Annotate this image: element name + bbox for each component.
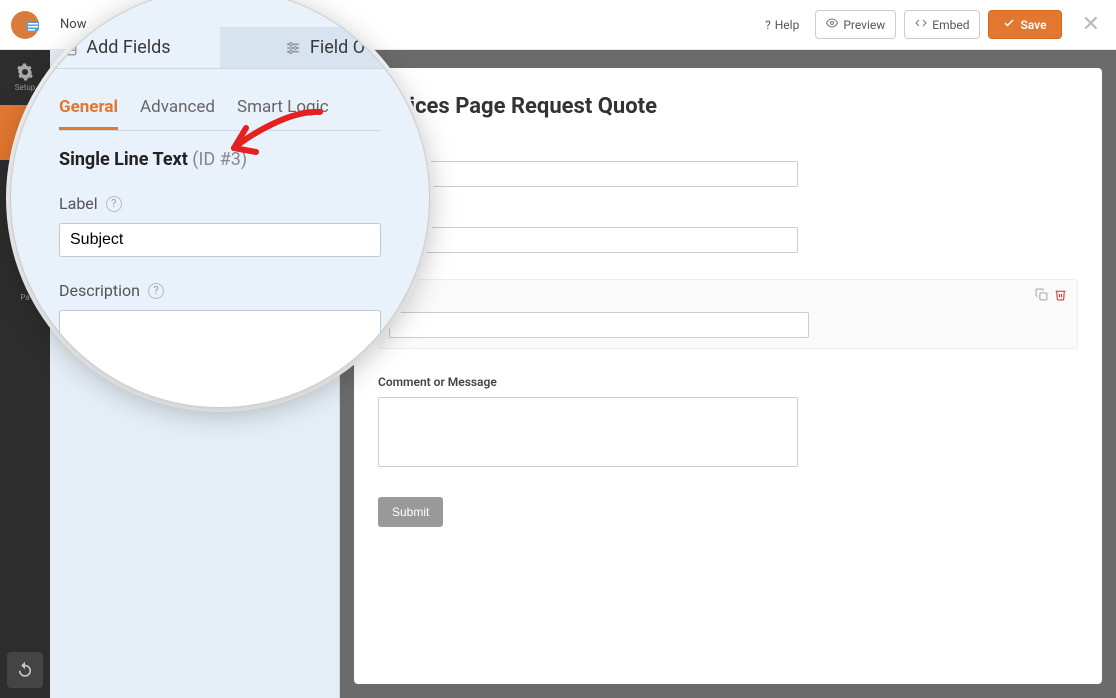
message-label: Comment or Message <box>378 375 1078 389</box>
field-type-heading: Single Line Text (ID #3) <box>59 149 381 170</box>
form-title: ervices Page Request Quote <box>378 94 1078 119</box>
close-icon[interactable]: ✕ <box>1070 12 1100 37</box>
nav-pa-label: Pa <box>20 293 29 302</box>
tab-advanced[interactable]: Advanced <box>140 87 215 130</box>
code-icon <box>915 17 927 32</box>
field-row-selected[interactable]: ect <box>378 279 1078 349</box>
form-preview: ervices Page Request Quote ect <box>354 68 1102 684</box>
field-options-label: Field O <box>310 37 365 58</box>
save-button[interactable]: Save <box>988 10 1061 39</box>
help-link[interactable]: ? Help <box>765 18 799 32</box>
check-icon <box>1003 17 1015 32</box>
help-icon[interactable]: ? <box>106 196 122 212</box>
label-label: Label <box>59 194 98 213</box>
field-input[interactable] <box>389 312 809 338</box>
tab-smart-logic[interactable]: Smart Logic <box>237 87 329 130</box>
nav-undo[interactable] <box>7 652 43 688</box>
help-icon: ? <box>765 18 771 32</box>
trash-icon[interactable] <box>1054 288 1067 304</box>
embed-label: Embed <box>932 18 969 32</box>
field-row[interactable] <box>378 147 1078 193</box>
help-icon[interactable]: ? <box>148 283 164 299</box>
field-type-id: (ID #3) <box>192 149 247 170</box>
logo <box>0 0 50 50</box>
field-row[interactable] <box>378 213 1078 259</box>
help-label: Help <box>775 18 800 32</box>
field-row[interactable]: Comment or Message <box>378 369 1078 477</box>
tab-general[interactable]: General <box>59 87 118 130</box>
form-name[interactable]: Now <box>50 17 86 32</box>
field-type-name: Single Line Text <box>59 149 188 170</box>
field-label: ect <box>389 290 1067 304</box>
nav-setup-label: Setup <box>15 83 36 92</box>
duplicate-icon[interactable] <box>1035 288 1048 304</box>
submit-button[interactable]: Submit <box>378 497 443 527</box>
embed-button[interactable]: Embed <box>904 10 980 39</box>
preview-button[interactable]: Preview <box>815 10 896 39</box>
eye-icon <box>826 17 838 32</box>
zoom-overlay: Add Fields Field O General Advanced Smar… <box>10 0 430 408</box>
label-input[interactable] <box>59 223 381 257</box>
message-textarea[interactable] <box>378 397 798 467</box>
description-label: Description <box>59 281 140 300</box>
field-input[interactable] <box>378 227 798 253</box>
field-input[interactable] <box>378 161 798 187</box>
save-label: Save <box>1020 18 1046 32</box>
preview-label: Preview <box>843 18 885 32</box>
add-fields-label: Add Fields <box>86 37 170 58</box>
